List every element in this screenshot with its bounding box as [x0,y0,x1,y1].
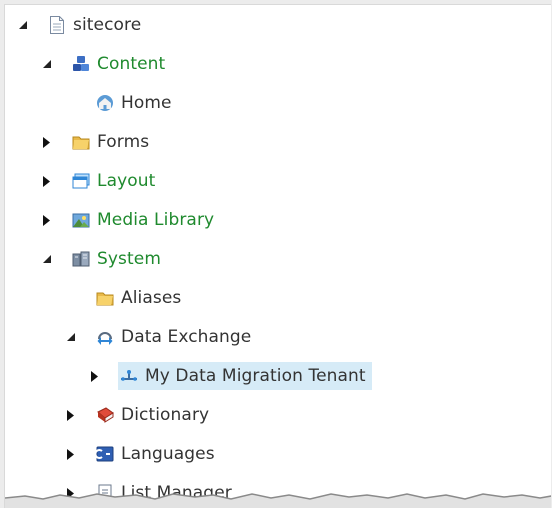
tree-row-sitecore[interactable]: sitecore [16,10,147,40]
dictionary-book-icon [96,406,114,424]
tree-node-label: Media Library [97,210,215,230]
tree-row-data-exchange[interactable]: Data Exchange [64,322,257,352]
tree-node-label: Layout [97,171,156,191]
tree-node-label: Data Exchange [121,327,252,347]
languages-flag-icon [96,445,114,463]
tree-node-label: Content [97,54,166,74]
tree-node-dictionary[interactable]: Dictionary [94,401,215,429]
folder-icon [72,133,90,151]
tree-node-label: Home [121,93,172,113]
expand-arrow-icon[interactable] [40,213,54,227]
layout-window-icon [72,172,90,190]
tree-node-layout[interactable]: Layout [70,167,161,195]
expand-arrow-icon[interactable] [64,447,78,461]
tree-node-media-library[interactable]: Media Library [70,206,220,234]
tree-row-aliases[interactable]: Aliases [64,283,187,313]
system-servers-icon [72,250,90,268]
home-globe-icon [96,94,114,112]
tree-node-label: sitecore [73,15,142,35]
collapse-arrow-icon[interactable] [40,252,54,266]
collapse-arrow-icon[interactable] [64,330,78,344]
torn-edge-decoration [5,493,551,508]
tree-row-media-library[interactable]: Media Library [40,205,220,235]
tree-node-data-exchange[interactable]: Data Exchange [94,323,257,351]
tree-row-system[interactable]: System [40,244,167,274]
tree-node-home[interactable]: Home [94,89,178,117]
tree-row-languages[interactable]: Languages [64,439,221,469]
tree-node-label: System [97,249,161,269]
tree-row-home[interactable]: Home [64,88,178,118]
tree-node-sitecore[interactable]: sitecore [46,11,147,39]
media-image-icon [72,211,90,229]
tree-row-content[interactable]: Content [40,49,171,79]
tree-node-aliases[interactable]: Aliases [94,284,187,312]
tree-row-layout[interactable]: Layout [40,166,161,196]
tree-node-label: Languages [121,444,215,464]
expand-arrow-icon[interactable] [40,174,54,188]
tree-node-my-data-migration-tenant[interactable]: My Data Migration Tenant [118,362,372,390]
expand-arrow-icon[interactable] [88,369,102,383]
tree-row-dictionary[interactable]: Dictionary [64,400,215,430]
tree-node-system[interactable]: System [70,245,167,273]
tree-node-languages[interactable]: Languages [94,440,221,468]
content-cubes-icon [72,55,90,73]
tree-node-label: My Data Migration Tenant [145,366,366,386]
tree-node-content[interactable]: Content [70,50,171,78]
expand-arrow-icon[interactable] [40,135,54,149]
tree-row-forms[interactable]: Forms [40,127,155,157]
document-icon [48,16,66,34]
tenant-network-icon [120,367,138,385]
content-tree-panel: sitecore Content Home Forms Layout Media… [4,4,551,508]
tree-row-my-data-migration-tenant[interactable]: My Data Migration Tenant [88,361,372,391]
tree-node-label: Dictionary [121,405,210,425]
folder-icon [96,289,114,307]
collapse-arrow-icon[interactable] [40,57,54,71]
expand-arrow-icon[interactable] [64,408,78,422]
collapse-arrow-icon[interactable] [16,18,30,32]
tree-node-label: Forms [97,132,150,152]
tree-node-label: Aliases [121,288,182,308]
tree-node-forms[interactable]: Forms [70,128,155,156]
data-exchange-icon [96,328,114,346]
